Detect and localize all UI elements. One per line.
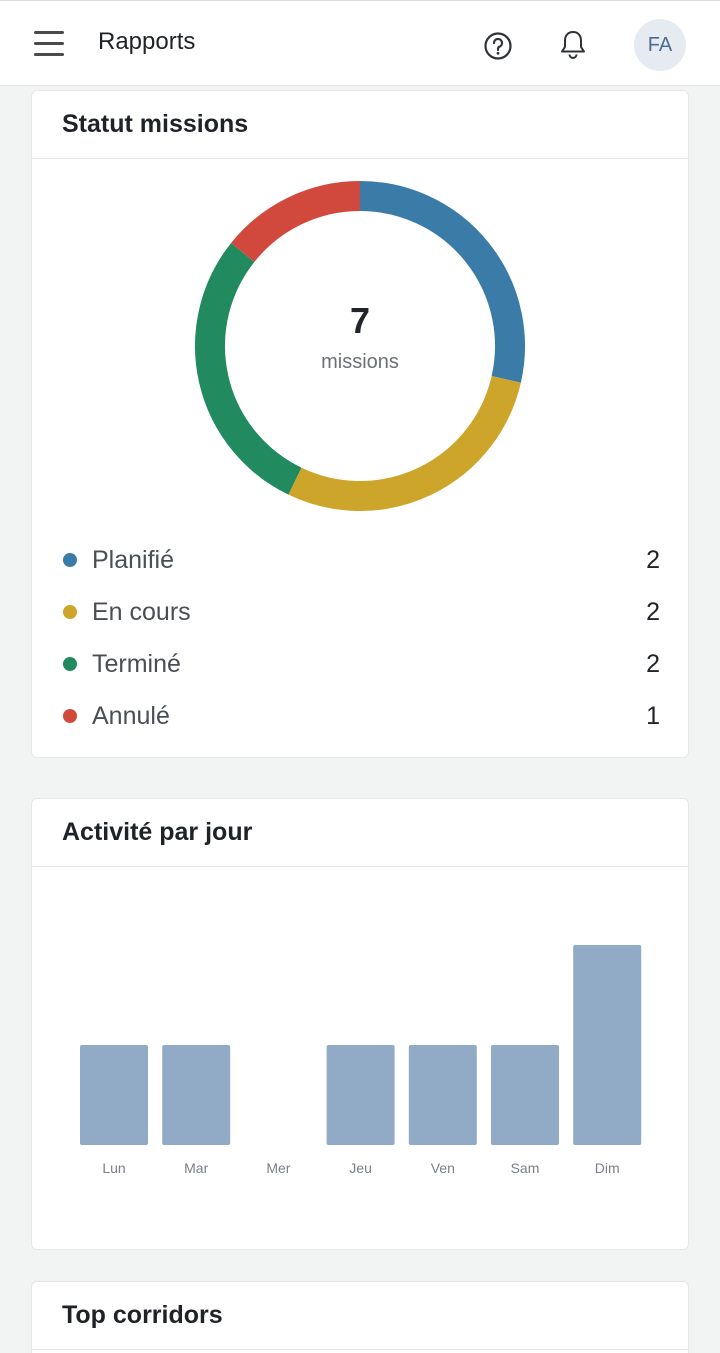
legend-item: Terminé 2 [62,638,660,690]
tick-label-mar: Mar [184,1160,208,1176]
legend-label: Annulé [92,701,170,730]
bell-icon[interactable] [557,28,589,62]
legend-item: Planifié 2 [62,534,660,586]
tick-label-dim: Dim [595,1160,620,1176]
status-card-title: Statut missions [62,110,249,138]
legend-count: 2 [646,597,660,626]
legend-item: Annulé 1 [62,690,660,742]
activity-card-title: Activité par jour [62,818,253,846]
total-missions-count: 7 [349,300,371,341]
legend-dot [63,553,77,567]
activity-card: Activité par jour Lun Mar Mer Jeu Ven Sam Dim [31,798,689,1250]
activity-bar-chart: Lun Mar Mer Jeu Ven Sam Dim [80,945,642,1176]
avatar[interactable]: FA [634,19,686,71]
tick-label-jeu: Jeu [349,1160,372,1176]
top-bar: Rapports FA [0,0,720,86]
activity-card-header: Activité par jour [32,799,688,867]
legend-dot [63,709,77,723]
legend-dot [63,605,77,619]
help-icon[interactable] [482,30,514,62]
bar-lun [80,1045,148,1145]
corridors-card: Top corridors [31,1281,689,1353]
status-card-header: Statut missions [32,91,688,159]
donut-center: 7 missions [193,301,527,374]
bar-mar [162,1045,231,1145]
tick-label-ven: Ven [431,1160,455,1176]
legend-count: 1 [646,701,660,730]
tick-label-sam: Sam [511,1160,540,1176]
bar-sam [491,1045,559,1145]
legend-count: 2 [646,545,660,574]
legend-item: En cours 2 [62,586,660,638]
page-title: Rapports [98,28,196,55]
corridors-card-title: Top corridors [62,1301,223,1329]
bar-dim [573,945,642,1145]
status-card: Statut missions 7 missions Planifié 2 En… [31,90,689,758]
corridors-card-header: Top corridors [32,1282,688,1350]
tick-label-mer: Mer [266,1160,290,1176]
total-missions-label: missions [321,351,399,373]
donut-slice-annul- [231,181,361,263]
legend-label: Planifié [92,545,174,574]
bar-ven [408,1045,477,1145]
menu-icon[interactable] [34,31,64,57]
bar-jeu [326,1045,395,1145]
donut-slice-en-cours [288,375,521,511]
status-legend: Planifié 2 En cours 2 Terminé 2 Annulé 1 [62,534,660,742]
legend-label: Terminé [92,649,181,678]
legend-label: En cours [92,597,191,626]
legend-count: 2 [646,649,660,678]
legend-dot [63,657,77,671]
tick-label-lun: Lun [102,1160,125,1176]
